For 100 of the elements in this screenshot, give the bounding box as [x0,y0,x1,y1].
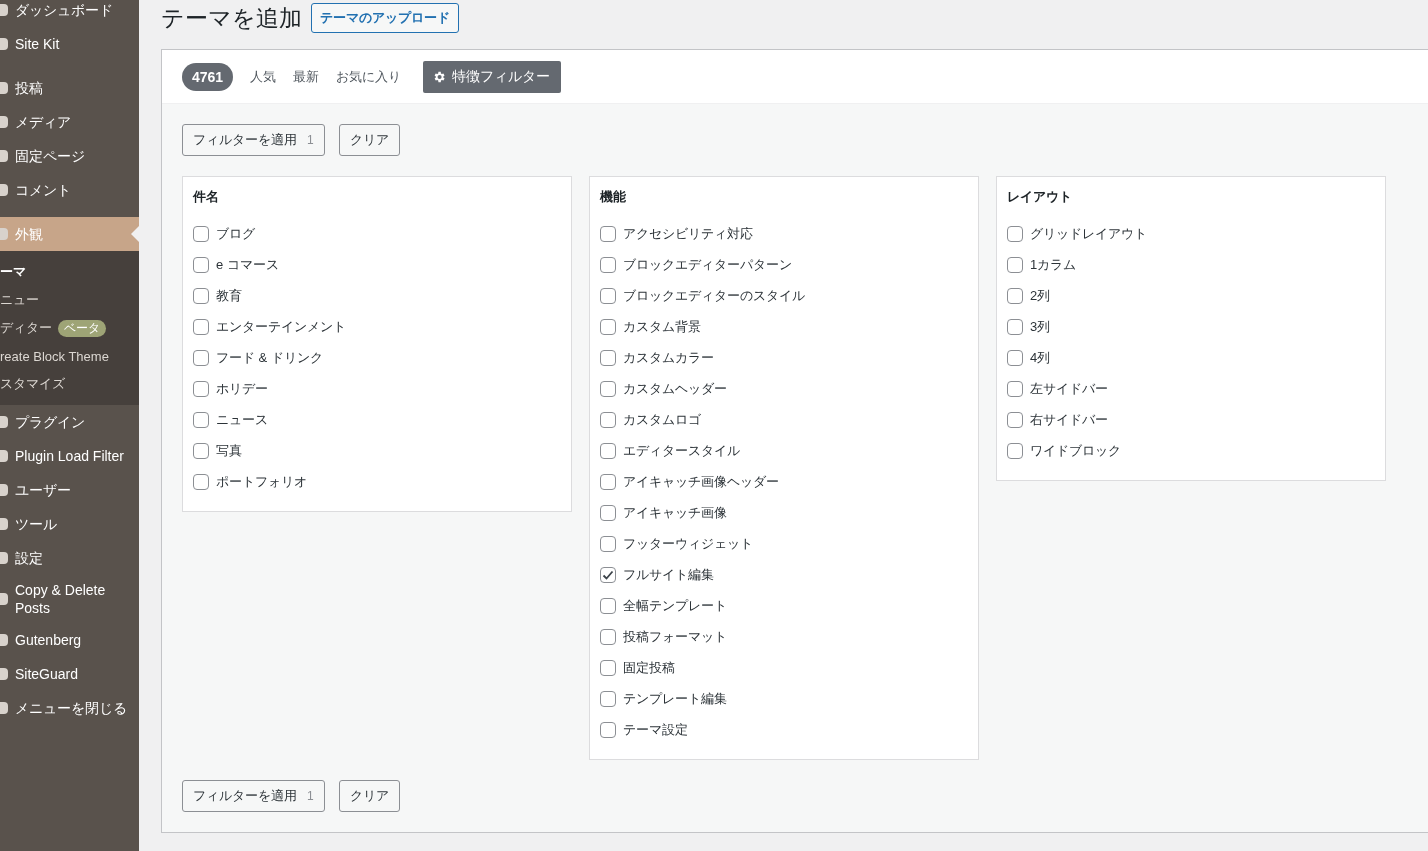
checkbox[interactable] [1007,318,1023,335]
checkbox[interactable] [600,566,616,583]
checkbox-option[interactable]: フッターウィジェット [600,528,968,559]
checkbox-option[interactable]: 教育 [193,280,561,311]
checkbox[interactable] [600,256,616,273]
submenu-item[interactable]: ニュー [0,286,139,314]
sidebar-item[interactable]: ダッシュボード [0,0,139,27]
checkbox[interactable] [600,473,616,490]
checkbox[interactable] [1007,287,1023,304]
sidebar-item[interactable]: 設定 [0,541,139,575]
sidebar-item[interactable]: Gutenberg [0,623,139,657]
checkbox-option[interactable]: アイキャッチ画像ヘッダー [600,466,968,497]
submenu-item[interactable]: ディター ベータ [0,314,139,342]
checkbox-option[interactable]: アイキャッチ画像 [600,497,968,528]
sidebar-item[interactable]: プラグイン [0,405,139,439]
checkbox-option[interactable]: ニュース [193,404,561,435]
checkbox-option[interactable]: 右サイドバー [1007,404,1375,435]
checkbox[interactable] [193,442,209,459]
checkbox[interactable] [193,318,209,335]
checkbox[interactable] [1007,349,1023,366]
checkbox[interactable] [193,225,209,242]
checkbox-option[interactable]: テンプレート編集 [600,683,968,714]
checkbox[interactable] [600,721,616,738]
submenu-item[interactable]: ーマ [0,258,139,286]
checkbox[interactable] [193,287,209,304]
checkbox[interactable] [600,690,616,707]
checkbox-option[interactable]: ポートフォリオ [193,466,561,497]
checkbox-option[interactable]: 3列 [1007,311,1375,342]
submenu-item[interactable]: スタマイズ [0,370,139,398]
checkbox[interactable] [600,349,616,366]
checkbox-option[interactable]: フード & ドリンク [193,342,561,373]
sidebar-item[interactable]: 固定ページ [0,139,139,173]
checkbox[interactable] [1007,411,1023,428]
filter-tab[interactable]: 最新 [293,67,320,86]
sidebar-item[interactable]: メディア [0,105,139,139]
sidebar-item[interactable]: メニューを閉じる [0,691,139,725]
checkbox[interactable] [600,225,616,242]
option-label: ブロックエディターのスタイル [623,286,805,305]
sidebar-item[interactable]: ツール [0,507,139,541]
sidebar-item[interactable]: Copy & Delete Posts [0,575,139,623]
checkbox-option[interactable]: 固定投稿 [600,652,968,683]
checkbox-option[interactable]: 2列 [1007,280,1375,311]
checkbox-option[interactable]: 4列 [1007,342,1375,373]
option-label: テンプレート編集 [623,689,727,708]
checkbox[interactable] [600,318,616,335]
apply-filters-button[interactable]: フィルターを適用 1 [182,124,325,156]
checkbox-option[interactable]: 1カラム [1007,249,1375,280]
checkbox[interactable] [1007,256,1023,273]
checkbox[interactable] [600,628,616,645]
checkbox[interactable] [600,287,616,304]
sidebar-item[interactable]: Plugin Load Filter [0,439,139,473]
checkbox-option[interactable]: ホリデー [193,373,561,404]
filter-tab[interactable]: お気に入り [336,67,402,86]
checkbox-option[interactable]: アクセシビリティ対応 [600,218,968,249]
checkbox-option[interactable]: ブロックエディターのスタイル [600,280,968,311]
submenu-item[interactable]: reate Block Theme [0,342,139,370]
checkbox[interactable] [1007,380,1023,397]
checkbox[interactable] [600,504,616,521]
apply-filters-button[interactable]: フィルターを適用 1 [182,780,325,812]
checkbox[interactable] [193,380,209,397]
checkbox[interactable] [193,411,209,428]
checkbox[interactable] [193,256,209,273]
checkbox[interactable] [600,597,616,614]
checkbox-option[interactable]: ブログ [193,218,561,249]
checkbox-option[interactable]: e コマース [193,249,561,280]
checkbox[interactable] [1007,442,1023,459]
checkbox-option[interactable]: ワイドブロック [1007,435,1375,466]
checkbox[interactable] [600,535,616,552]
checkbox[interactable] [193,473,209,490]
checkbox-option[interactable]: 投稿フォーマット [600,621,968,652]
checkbox-option[interactable]: エンターテインメント [193,311,561,342]
checkbox-option[interactable]: 写真 [193,435,561,466]
checkbox-option[interactable]: エディタースタイル [600,435,968,466]
sidebar-item[interactable]: Site Kit [0,27,139,61]
sidebar-item[interactable]: 投稿 [0,71,139,105]
checkbox[interactable] [600,442,616,459]
sidebar-item[interactable]: SiteGuard [0,657,139,691]
checkbox-option[interactable]: テーマ設定 [600,714,968,745]
checkbox-option[interactable]: カスタムヘッダー [600,373,968,404]
checkbox-option[interactable]: カスタムカラー [600,342,968,373]
checkbox[interactable] [1007,225,1023,242]
checkbox[interactable] [600,659,616,676]
option-label: テーマ設定 [623,720,688,739]
checkbox-option[interactable]: フルサイト編集 [600,559,968,590]
feature-filter-button[interactable]: 特徴フィルター [423,60,562,93]
filter-tab[interactable]: 人気 [250,67,277,86]
checkbox-option[interactable]: ブロックエディターパターン [600,249,968,280]
checkbox-option[interactable]: グリッドレイアウト [1007,218,1375,249]
checkbox-option[interactable]: 全幅テンプレート [600,590,968,621]
checkbox-option[interactable]: カスタムロゴ [600,404,968,435]
checkbox[interactable] [600,380,616,397]
checkbox-option[interactable]: 左サイドバー [1007,373,1375,404]
clear-button[interactable]: クリア [338,780,400,812]
checkbox-option[interactable]: カスタム背景 [600,311,968,342]
sidebar-item[interactable]: ユーザー [0,473,139,507]
sidebar-item[interactable]: コメント [0,173,139,207]
upload-theme-button[interactable]: テーマのアップロード [311,3,459,33]
checkbox[interactable] [600,411,616,428]
checkbox[interactable] [193,349,209,366]
clear-button[interactable]: クリア [338,124,400,156]
